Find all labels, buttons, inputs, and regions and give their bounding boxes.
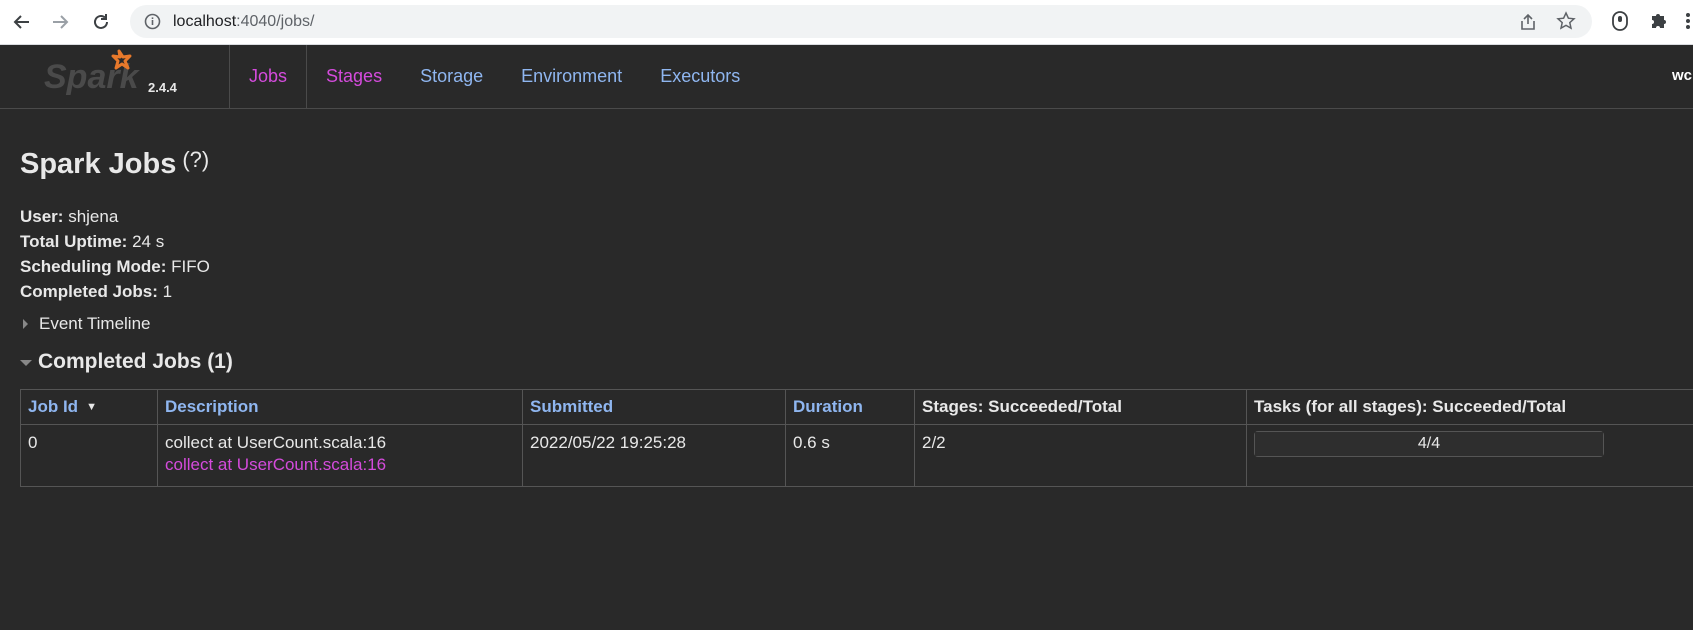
header-description[interactable]: Description	[157, 389, 523, 425]
cell-description: collect at UserCount.scala:16 collect at…	[157, 424, 523, 487]
nav-tabs: Jobs Stages Storage Environment Executor…	[230, 45, 759, 108]
extension-shield-icon[interactable]	[1610, 10, 1630, 37]
completed-jobs-table: Job Id ▼ Description Submitted Duration S…	[20, 389, 1693, 487]
address-bar[interactable]: localhost:4040/jobs/	[130, 5, 1592, 38]
summary-uptime-label: Total Uptime:	[20, 232, 128, 251]
event-timeline-label: Event Timeline	[39, 314, 151, 333]
summary-mode-value: FIFO	[171, 257, 210, 276]
site-info-icon[interactable]	[144, 13, 161, 35]
header-job-id-label: Job Id	[28, 397, 79, 416]
bookmark-star-icon[interactable]	[1556, 11, 1576, 36]
summary-user-value: shjena	[68, 207, 119, 226]
completed-jobs-heading: Completed Jobs (1)	[38, 350, 233, 373]
expand-triangle-icon	[23, 319, 28, 329]
summary-uptime: Total Uptime: 24 s	[20, 229, 210, 254]
menu-icon[interactable]	[1683, 10, 1693, 37]
cell-tasks: 4/4	[1246, 424, 1693, 487]
sort-desc-icon: ▼	[86, 401, 97, 413]
spark-navbar: Spark 2.4.4 Jobs Stages Storage Environm…	[0, 45, 1693, 109]
forward-arrow-icon[interactable]	[46, 8, 74, 36]
table-row: 0 collect at UserCount.scala:16 collect …	[20, 424, 1693, 487]
header-submitted[interactable]: Submitted	[522, 389, 786, 425]
spark-logo-icon: Spark	[44, 45, 144, 102]
extensions-puzzle-icon[interactable]	[1648, 10, 1670, 37]
tab-environment[interactable]: Environment	[502, 45, 641, 108]
header-job-id[interactable]: Job Id ▼	[20, 389, 158, 425]
tab-jobs[interactable]: Jobs	[230, 45, 308, 108]
tab-storage[interactable]: Storage	[401, 45, 502, 108]
url-host: localhost	[173, 13, 237, 30]
header-duration[interactable]: Duration	[785, 389, 915, 425]
cell-submitted: 2022/05/22 19:25:28	[522, 424, 786, 487]
cell-job-id: 0	[20, 424, 158, 487]
help-link[interactable]: (?)	[182, 147, 209, 172]
page-title: Spark Jobs (?)	[20, 147, 209, 181]
tasks-progress-label: 4/4	[1417, 435, 1441, 452]
table-header-row: Job Id ▼ Description Submitted Duration S…	[20, 389, 1693, 425]
back-arrow-icon[interactable]	[8, 8, 36, 36]
cell-stages: 2/2	[914, 424, 1247, 487]
description-text: collect at UserCount.scala:16	[165, 433, 387, 452]
summary-mode: Scheduling Mode: FIFO	[20, 254, 210, 279]
summary-user: User: shjena	[20, 204, 210, 229]
summary-completed-label: Completed Jobs:	[20, 282, 158, 301]
browser-toolbar: localhost:4040/jobs/	[0, 0, 1693, 45]
app-name: wc	[1672, 67, 1693, 84]
cell-duration: 0.6 s	[785, 424, 915, 487]
summary-completed: Completed Jobs: 1	[20, 279, 210, 304]
summary-completed-value: 1	[162, 282, 173, 301]
url-text: localhost:4040/jobs/	[173, 13, 314, 31]
spark-version: 2.4.4	[148, 80, 177, 95]
url-path: :4040/jobs/	[236, 13, 315, 30]
spark-brand[interactable]: Spark 2.4.4	[44, 45, 230, 108]
header-stages: Stages: Succeeded/Total	[914, 389, 1247, 425]
collapse-triangle-icon	[20, 360, 32, 366]
share-icon[interactable]	[1518, 12, 1538, 37]
description-link[interactable]: collect at UserCount.scala:16	[165, 455, 515, 475]
reload-icon[interactable]	[87, 8, 115, 36]
tab-stages[interactable]: Stages	[307, 45, 401, 108]
event-timeline-toggle[interactable]: Event Timeline	[20, 314, 151, 334]
page-title-text: Spark Jobs	[20, 148, 177, 180]
summary-mode-label: Scheduling Mode:	[20, 257, 167, 276]
summary-user-label: User:	[20, 207, 64, 226]
tab-executors[interactable]: Executors	[641, 45, 759, 108]
job-summary: User: shjena Total Uptime: 24 s Scheduli…	[20, 204, 210, 304]
header-tasks: Tasks (for all stages): Succeeded/Total	[1246, 389, 1693, 425]
tasks-progress-bar: 4/4	[1254, 431, 1604, 457]
completed-jobs-toggle[interactable]: Completed Jobs (1)	[20, 350, 233, 374]
summary-uptime-value: 24 s	[132, 232, 165, 251]
